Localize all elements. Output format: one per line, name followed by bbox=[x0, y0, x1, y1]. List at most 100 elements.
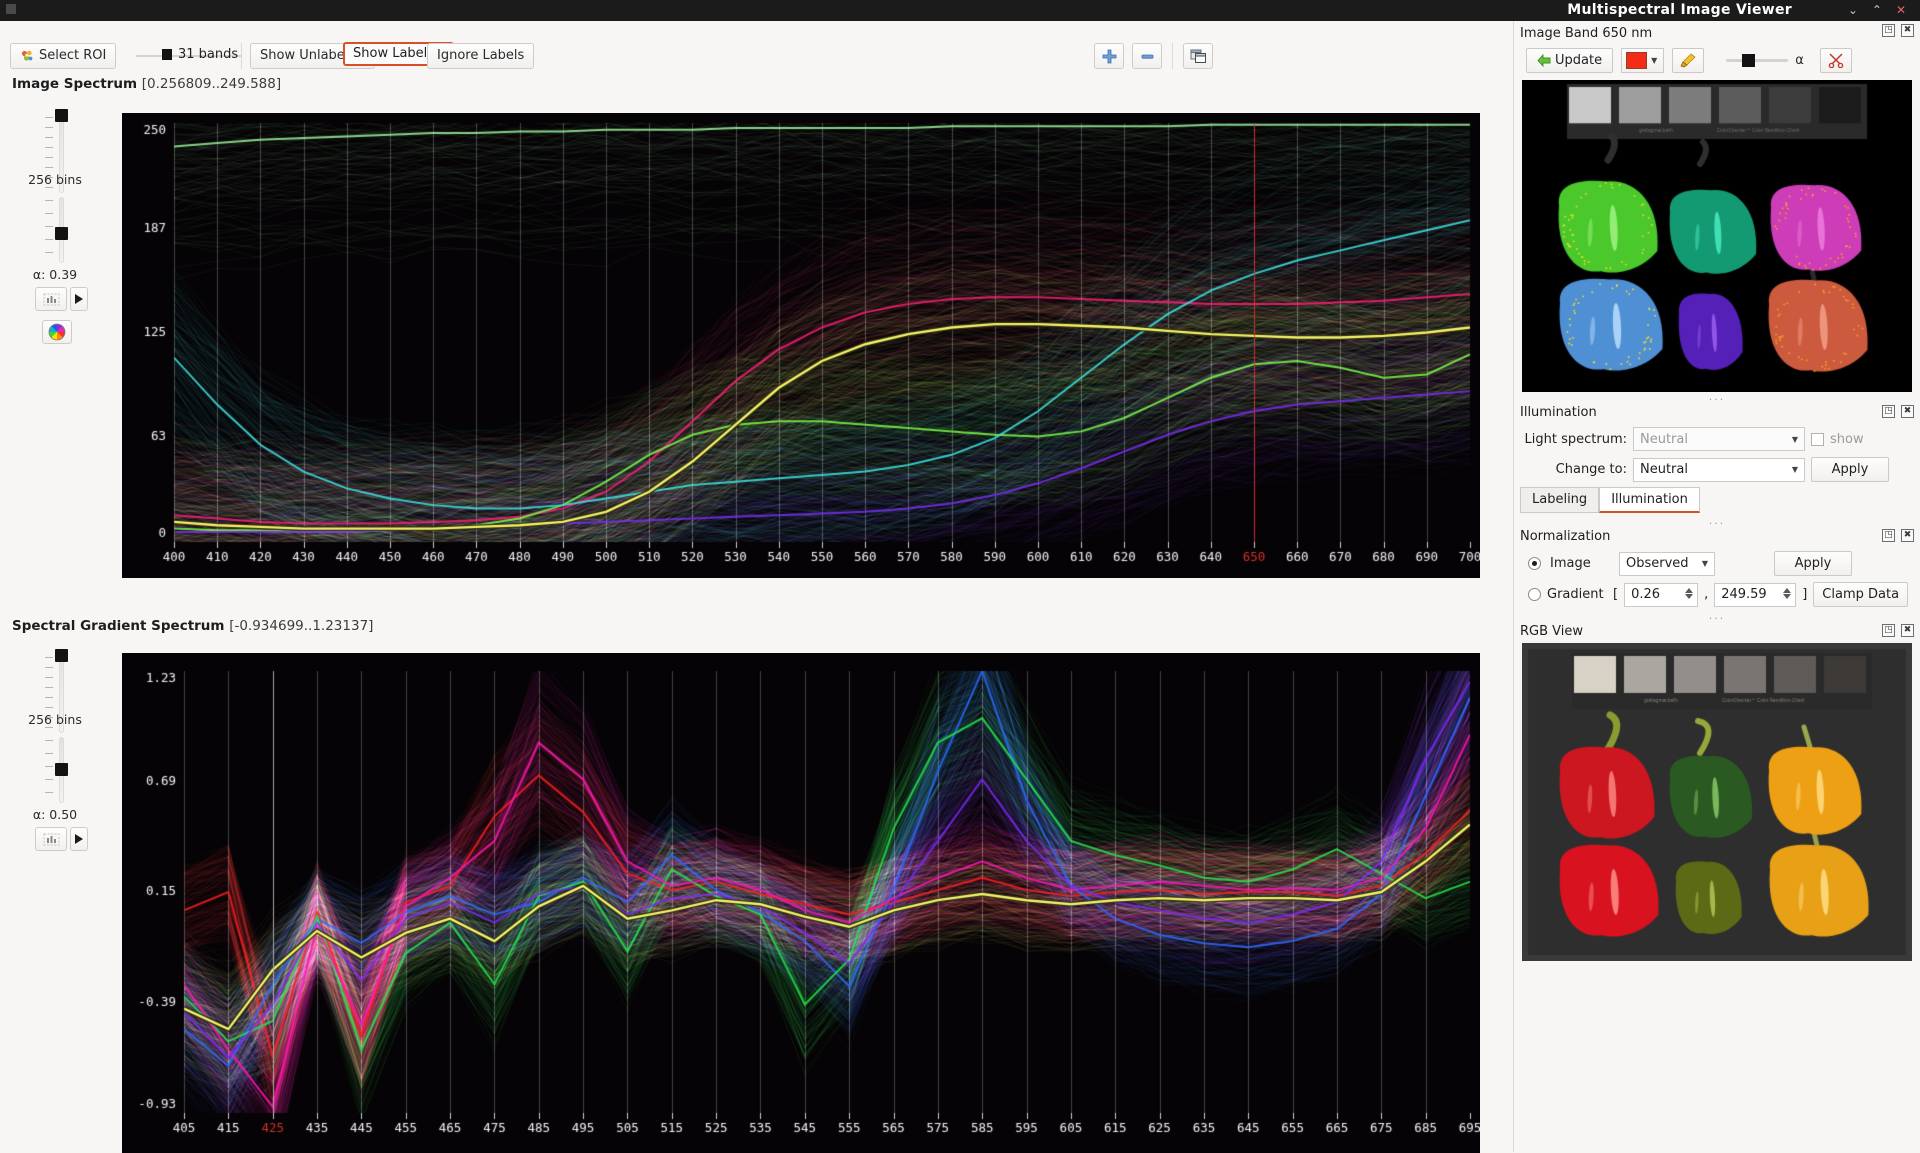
light-spectrum-row: Light spectrum: Neutral ▼ show bbox=[1514, 424, 1920, 454]
change-to-label: Change to: bbox=[1522, 462, 1627, 477]
spinner-arrows[interactable] bbox=[1782, 587, 1792, 605]
gradient-spectrum-plot[interactable] bbox=[122, 653, 1480, 1153]
paint-brush-button[interactable] bbox=[1672, 48, 1704, 73]
image-spectrum-bins-label: 256 bins bbox=[0, 172, 110, 187]
gradient-bins-slider-knob[interactable] bbox=[55, 649, 68, 662]
gradient-spectrum-title-text: Spectral Gradient Spectrum bbox=[12, 618, 225, 634]
chevron-down-icon: ▼ bbox=[1792, 435, 1798, 444]
histogram-icon bbox=[43, 833, 60, 846]
paint-brush-icon bbox=[1680, 53, 1696, 68]
image-spectrum-expand-button[interactable] bbox=[70, 287, 88, 311]
rgb-image-view[interactable] bbox=[1522, 643, 1912, 961]
chevron-down-icon: ▼ bbox=[1792, 465, 1798, 474]
chevron-down-icon[interactable]: ▼ bbox=[1651, 56, 1663, 65]
gradient-alpha-slider-knob[interactable] bbox=[55, 763, 68, 776]
close-box-icon[interactable]: ✖ bbox=[1901, 624, 1914, 637]
label-color-picker[interactable]: ▼ bbox=[1621, 48, 1664, 73]
image-band-panel-header: Image Band 650 nm ◳ ✖ bbox=[1514, 21, 1920, 43]
normalization-panel-header: Normalization ◳ ✖ bbox=[1514, 526, 1920, 548]
main-content-area: Select ROI 31 bands Show Unlabeled Show … bbox=[0, 21, 1513, 1152]
image-band-resize-dots[interactable]: ... bbox=[1514, 392, 1920, 402]
restore-icon[interactable]: ◳ bbox=[1882, 405, 1895, 418]
illumination-apply-button[interactable]: Apply bbox=[1811, 457, 1889, 482]
play-arrow-icon bbox=[75, 834, 83, 844]
image-spectrum-range: [0.256809..249.588] bbox=[142, 76, 281, 92]
color-wheel-icon bbox=[48, 323, 66, 341]
plus-icon bbox=[1102, 49, 1117, 64]
label-color-swatch[interactable] bbox=[1626, 52, 1647, 69]
change-to-select[interactable]: Neutral ▼ bbox=[1633, 458, 1805, 482]
close-box-icon[interactable]: ✖ bbox=[1901, 529, 1914, 542]
band-alpha-knob[interactable] bbox=[1742, 54, 1755, 67]
show-label: show bbox=[1830, 432, 1864, 447]
gradient-alpha-slider[interactable] bbox=[33, 737, 79, 803]
image-spectrum-histogram-button[interactable] bbox=[35, 287, 67, 311]
normalization-max-value: 249.59 bbox=[1721, 587, 1767, 602]
normalization-min-value: 0.26 bbox=[1631, 587, 1660, 602]
normalization-title: Normalization bbox=[1520, 529, 1610, 544]
close-box-icon[interactable]: ✖ bbox=[1901, 405, 1914, 418]
band-alpha-slider[interactable]: α bbox=[1726, 53, 1804, 68]
update-button[interactable]: Update bbox=[1526, 48, 1613, 73]
illumination-resize-dots[interactable]: ... bbox=[1514, 516, 1920, 526]
scissors-button[interactable] bbox=[1820, 48, 1852, 73]
tab-illumination[interactable]: Illumination bbox=[1599, 487, 1700, 513]
window-controls: ⌄ ⌃ ✕ bbox=[1848, 1, 1906, 19]
toolbar-separator-1 bbox=[241, 43, 242, 69]
band-alpha-track[interactable] bbox=[1726, 59, 1788, 62]
window-close-button[interactable]: ✕ bbox=[1896, 1, 1906, 19]
illumination-panel-actions: ◳ ✖ bbox=[1882, 405, 1914, 418]
select-roi-button[interactable]: Select ROI bbox=[10, 43, 116, 69]
gradient-alpha-slider-ticks bbox=[45, 737, 55, 793]
alpha-slider-knob[interactable] bbox=[55, 227, 68, 240]
normalization-image-radio[interactable] bbox=[1528, 557, 1541, 570]
light-spectrum-select[interactable]: Neutral ▼ bbox=[1633, 427, 1805, 451]
change-to-row: Change to: Neutral ▼ Apply bbox=[1514, 454, 1920, 485]
restore-icon[interactable]: ◳ bbox=[1882, 624, 1895, 637]
cascade-windows-button[interactable] bbox=[1183, 43, 1213, 69]
spinner-arrows[interactable] bbox=[1684, 587, 1694, 605]
restore-icon[interactable]: ◳ bbox=[1882, 24, 1895, 37]
labeled-image-view[interactable] bbox=[1522, 80, 1912, 392]
rgb-view-title: RGB View bbox=[1520, 624, 1583, 639]
range-comma: , bbox=[1704, 587, 1708, 602]
image-spectrum-alpha-label: α: 0.39 bbox=[0, 267, 110, 282]
show-illumination-checkbox[interactable] bbox=[1811, 433, 1824, 446]
select-roi-label: Select ROI bbox=[39, 48, 106, 64]
gradient-alpha-label: α: 0.50 bbox=[0, 807, 110, 822]
band-slider-handle[interactable] bbox=[162, 49, 172, 60]
normalization-min-input[interactable]: 0.26 bbox=[1624, 583, 1698, 607]
normalization-panel-actions: ◳ ✖ bbox=[1882, 529, 1914, 542]
illumination-panel-header: Illumination ◳ ✖ bbox=[1514, 402, 1920, 424]
tab-labeling[interactable]: Labeling bbox=[1520, 487, 1599, 513]
clamp-data-button[interactable]: Clamp Data bbox=[1813, 582, 1908, 607]
window-minimize-button[interactable]: ⌄ bbox=[1848, 1, 1858, 19]
normalization-max-input[interactable]: 249.59 bbox=[1714, 583, 1796, 607]
window-maximize-button[interactable]: ⌃ bbox=[1872, 1, 1882, 19]
gradient-histogram-button[interactable] bbox=[35, 827, 67, 851]
restore-icon[interactable]: ◳ bbox=[1882, 529, 1895, 542]
window-app-icon bbox=[6, 4, 16, 14]
gradient-expand-button[interactable] bbox=[70, 827, 88, 851]
bins-slider-knob[interactable] bbox=[55, 109, 68, 122]
toolbar-right-group bbox=[1094, 43, 1213, 69]
gradient-bins-label: 256 bins bbox=[0, 712, 110, 727]
image-spectrum-alpha-slider[interactable] bbox=[33, 197, 79, 263]
rgb-view-panel-actions: ◳ ✖ bbox=[1882, 624, 1914, 637]
image-spectrum-colorwheel-button[interactable] bbox=[42, 320, 72, 344]
image-spectrum-plot[interactable] bbox=[122, 113, 1480, 578]
add-view-button[interactable] bbox=[1094, 43, 1124, 69]
ignore-labels-button[interactable]: Ignore Labels bbox=[427, 43, 534, 69]
band-count-label: 31 bands bbox=[178, 47, 238, 62]
normalization-gradient-radio[interactable] bbox=[1528, 588, 1541, 601]
illumination-title: Illumination bbox=[1520, 405, 1597, 420]
roi-flower-icon bbox=[20, 49, 34, 63]
normalization-resize-dots[interactable]: ... bbox=[1514, 611, 1920, 621]
remove-view-button[interactable] bbox=[1132, 43, 1162, 69]
range-bracket-close: ] bbox=[1802, 587, 1807, 602]
range-bracket-open: [ bbox=[1613, 587, 1618, 602]
close-box-icon[interactable]: ✖ bbox=[1901, 24, 1914, 37]
normalization-apply-button[interactable]: Apply bbox=[1774, 551, 1852, 576]
normalization-mode-select[interactable]: Observed ▼ bbox=[1619, 552, 1715, 576]
window-titlebar: Multispectral Image Viewer ⌄ ⌃ ✕ bbox=[0, 0, 1920, 21]
